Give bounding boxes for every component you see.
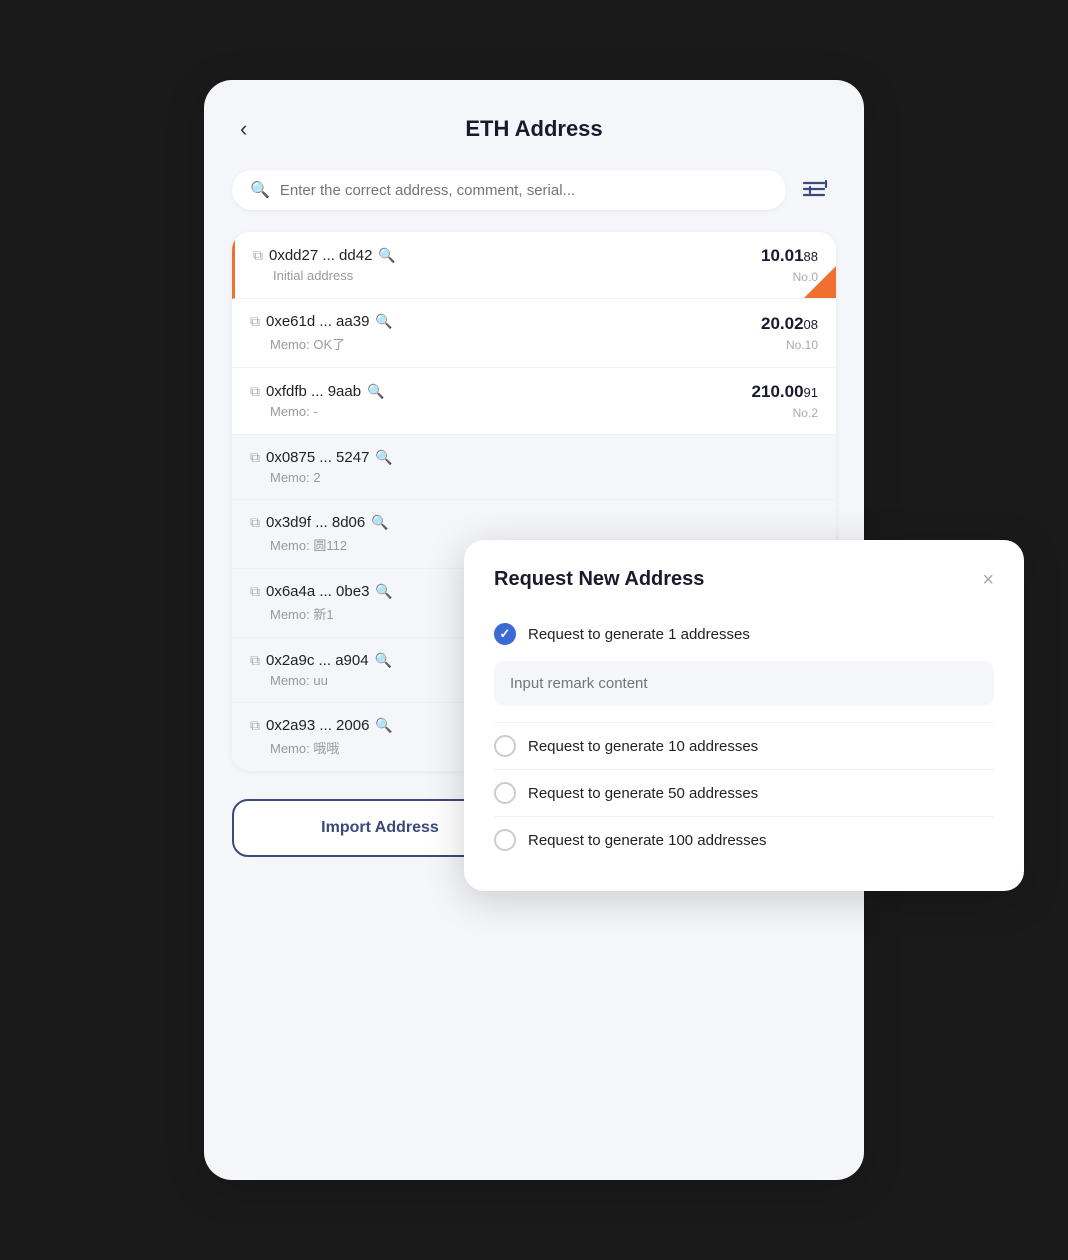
copy-icon[interactable]: ⧉	[253, 247, 263, 264]
divider	[494, 722, 994, 723]
header: ‹ ETH Address	[232, 116, 836, 142]
addr-memo: Memo: 哦哦	[250, 738, 393, 757]
addr-text: 0xdd27 ... dd42	[269, 247, 372, 264]
search-addr-icon[interactable]: 🔍	[367, 383, 384, 400]
addr-amount: 210.0091	[752, 382, 818, 402]
remark-input[interactable]	[494, 661, 994, 706]
addr-memo: Memo: 新1	[250, 604, 393, 623]
addr-number: No.2	[793, 406, 818, 420]
table-row[interactable]: ⧉ 0xdd27 ... dd42 🔍 Initial address 10.0…	[232, 232, 836, 299]
addr-text: 0x0875 ... 5247	[266, 449, 369, 466]
radio-circle-50	[494, 782, 516, 804]
table-row[interactable]: ⧉ 0xfdfb ... 9aab 🔍 Memo: - 210.0091 No.…	[232, 368, 836, 435]
back-button[interactable]: ‹	[232, 112, 255, 146]
radio-option-100[interactable]: Request to generate 100 addresses	[494, 819, 994, 861]
addr-memo: Memo: 圆112	[250, 535, 389, 554]
modal-title: Request New Address	[494, 568, 704, 591]
radio-option-1[interactable]: Request to generate 1 addresses	[494, 613, 994, 655]
copy-icon[interactable]: ⧉	[250, 313, 260, 330]
addr-amount: 10.0188	[761, 246, 818, 266]
addr-text: 0x2a93 ... 2006	[266, 717, 369, 734]
addr-memo: Memo: 2	[250, 470, 393, 485]
search-addr-icon[interactable]: 🔍	[375, 583, 392, 600]
copy-icon[interactable]: ⧉	[250, 514, 260, 531]
search-addr-icon[interactable]: 🔍	[375, 717, 392, 734]
addr-amount: 20.0208	[761, 314, 818, 334]
addr-memo: Memo: -	[250, 404, 385, 419]
page-title: ETH Address	[465, 116, 602, 142]
table-row[interactable]: ⧉ 0xe61d ... aa39 🔍 Memo: OK了 20.0208 No…	[232, 299, 836, 368]
copy-icon[interactable]: ⧉	[250, 717, 260, 734]
addr-text: 0x3d9f ... 8d06	[266, 514, 365, 531]
radio-label-1: Request to generate 1 addresses	[528, 626, 750, 643]
radio-label-50: Request to generate 50 addresses	[528, 785, 758, 802]
search-wrapper: 🔍	[232, 170, 786, 210]
modal-overlay: Request New Address × Request to generat…	[464, 540, 1024, 891]
main-card: ‹ ETH Address 🔍 ⧉ 0xdd27 ... dd42	[204, 80, 864, 1180]
addr-text: 0xe61d ... aa39	[266, 313, 369, 330]
copy-icon[interactable]: ⧉	[250, 652, 260, 669]
divider	[494, 769, 994, 770]
search-addr-icon[interactable]: 🔍	[378, 247, 395, 264]
radio-label-10: Request to generate 10 addresses	[528, 738, 758, 755]
radio-label-100: Request to generate 100 addresses	[528, 832, 767, 849]
search-addr-icon[interactable]: 🔍	[375, 449, 392, 466]
addr-memo: Memo: OK了	[250, 334, 393, 353]
table-row[interactable]: ⧉ 0x0875 ... 5247 🔍 Memo: 2	[232, 435, 836, 500]
addr-number: No.10	[786, 338, 818, 352]
copy-icon[interactable]: ⧉	[250, 583, 260, 600]
copy-icon[interactable]: ⧉	[250, 449, 260, 466]
active-indicator	[804, 266, 836, 298]
addr-memo: Memo: uu	[250, 673, 392, 688]
modal-close-button[interactable]: ×	[982, 570, 994, 590]
radio-circle-1	[494, 623, 516, 645]
search-addr-icon[interactable]: 🔍	[371, 514, 388, 531]
copy-icon[interactable]: ⧉	[250, 383, 260, 400]
radio-option-50[interactable]: Request to generate 50 addresses	[494, 772, 994, 814]
divider	[494, 816, 994, 817]
search-icon: 🔍	[250, 180, 270, 200]
search-addr-icon[interactable]: 🔍	[375, 652, 392, 669]
search-input[interactable]	[280, 182, 768, 199]
addr-left-0: ⧉ 0xdd27 ... dd42 🔍 Initial address	[253, 247, 396, 283]
addr-text: 0xfdfb ... 9aab	[266, 383, 361, 400]
radio-option-10[interactable]: Request to generate 10 addresses	[494, 725, 994, 767]
search-addr-icon[interactable]: 🔍	[375, 313, 392, 330]
radio-circle-100	[494, 829, 516, 851]
addr-memo: Initial address	[253, 268, 396, 283]
radio-circle-10	[494, 735, 516, 757]
addr-text: 0x6a4a ... 0be3	[266, 583, 369, 600]
modal-card: Request New Address × Request to generat…	[464, 540, 1024, 891]
filter-button[interactable]	[796, 172, 836, 209]
addr-text: 0x2a9c ... a904	[266, 652, 369, 669]
modal-header: Request New Address ×	[494, 568, 994, 591]
search-bar: 🔍	[232, 170, 836, 210]
